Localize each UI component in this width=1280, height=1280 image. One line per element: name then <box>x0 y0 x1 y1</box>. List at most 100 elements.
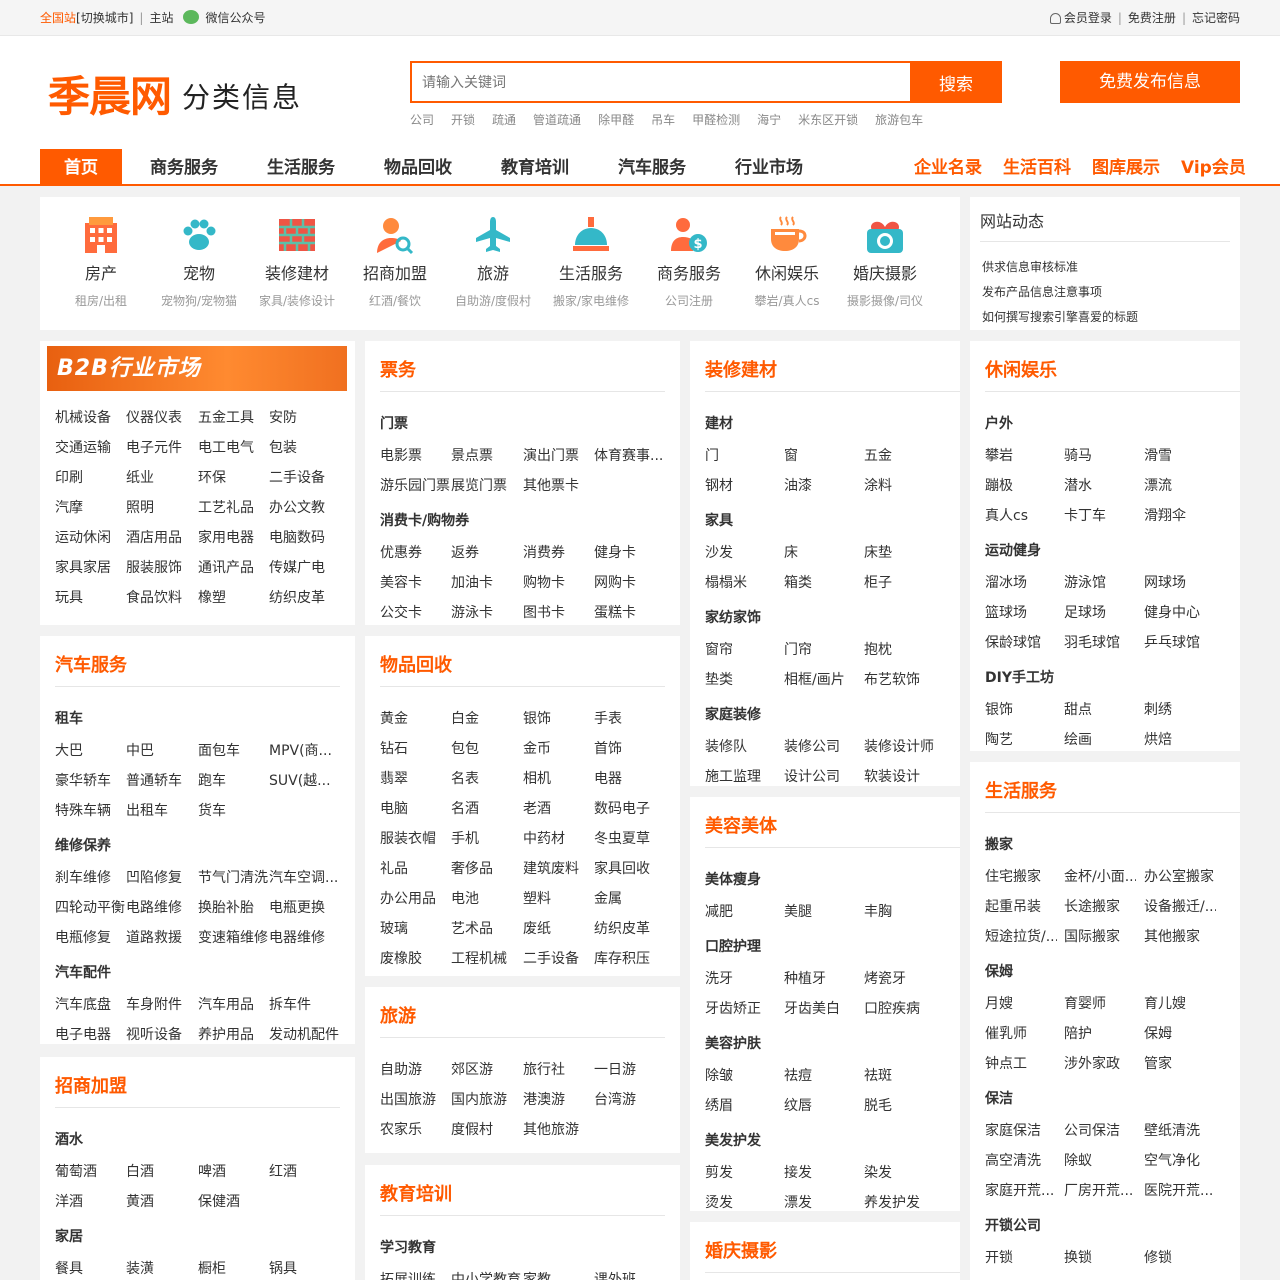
category-link[interactable]: 手机 <box>451 828 523 848</box>
category-link[interactable]: 农家乐 <box>380 1119 452 1139</box>
category-link[interactable]: 白金 <box>451 708 523 728</box>
category-link[interactable]: 其他搬家 <box>1144 926 1216 946</box>
category-link[interactable]: 机械设备 <box>55 407 127 427</box>
group-title[interactable]: 酒水 <box>55 1129 83 1149</box>
group-title[interactable]: 建材 <box>705 413 733 433</box>
category-item[interactable]: 婚庆摄影 摄影摄像/司仪 <box>836 197 934 309</box>
category-link[interactable]: 白酒 <box>126 1161 198 1181</box>
category-link[interactable]: 纸业 <box>126 467 198 487</box>
category-link[interactable]: 一日游 <box>594 1059 666 1079</box>
group-title[interactable]: 租车 <box>55 708 83 728</box>
category-link[interactable]: 度假村 <box>451 1119 523 1139</box>
category-link[interactable]: 装修公司 <box>784 736 856 756</box>
category-link[interactable]: 港澳游 <box>523 1089 595 1109</box>
category-link[interactable]: 家用电器 <box>198 527 270 547</box>
category-link[interactable]: 名表 <box>451 768 523 788</box>
category-link[interactable]: 酒店用品 <box>126 527 198 547</box>
hot-keyword-link[interactable]: 管道疏通 <box>533 111 581 128</box>
category-link[interactable]: 家庭保洁 <box>985 1120 1057 1140</box>
category-link[interactable]: 五金 <box>864 445 936 465</box>
category-link[interactable]: 库存积压 <box>594 948 666 968</box>
category-link[interactable]: 除皱 <box>705 1065 777 1085</box>
category-link[interactable]: 柜子 <box>864 572 936 592</box>
category-link[interactable]: 旅行社 <box>523 1059 595 1079</box>
category-link[interactable]: 服装衣帽 <box>380 828 452 848</box>
category-link[interactable]: 窗帘 <box>705 639 777 659</box>
category-link[interactable]: 电子电器 <box>55 1024 127 1044</box>
hot-keyword-link[interactable]: 公司 <box>410 111 434 128</box>
category-link[interactable]: 二手设备 <box>523 948 595 968</box>
category-link[interactable]: MPV(商... <box>269 740 341 760</box>
group-title[interactable]: 维修保养 <box>55 835 111 855</box>
nav-item-right[interactable]: 企业名录 <box>914 149 982 184</box>
category-link[interactable]: 中小学教育 <box>451 1269 523 1280</box>
category-link[interactable]: 工程机械 <box>451 948 523 968</box>
category-link[interactable]: 烤瓷牙 <box>864 968 936 988</box>
category-link[interactable]: 漂发 <box>784 1192 856 1211</box>
category-link[interactable]: 废纸 <box>523 918 595 938</box>
group-title[interactable]: 家庭装修 <box>705 704 761 724</box>
category-link[interactable]: 羽毛球馆 <box>1064 632 1136 652</box>
category-link[interactable]: 冬虫夏草 <box>594 828 666 848</box>
category-link[interactable]: 中药材 <box>523 828 595 848</box>
group-title[interactable]: 学习教育 <box>380 1237 436 1257</box>
category-link[interactable]: 起重吊装 <box>985 896 1057 916</box>
category-link[interactable]: 节气门清洗 <box>198 867 270 887</box>
category-link[interactable]: 包包 <box>451 738 523 758</box>
category-link[interactable]: 玩具 <box>55 587 127 607</box>
category-link[interactable]: 塑料 <box>523 888 595 908</box>
category-link[interactable]: 刺绣 <box>1144 699 1216 719</box>
category-link[interactable]: 设计公司 <box>784 766 856 786</box>
nav-item-right[interactable]: Vip会员 <box>1181 149 1246 184</box>
category-link[interactable]: 服装服饰 <box>126 557 198 577</box>
category-link[interactable]: 返券 <box>451 542 523 562</box>
category-link[interactable]: 空气净化 <box>1144 1150 1216 1170</box>
group-title[interactable]: 家居 <box>55 1226 83 1246</box>
category-link[interactable]: 绣眉 <box>705 1095 777 1115</box>
category-link[interactable]: 翡翠 <box>380 768 452 788</box>
panel-title[interactable]: 旅游 <box>380 1002 416 1028</box>
category-link[interactable]: 电工电气 <box>198 437 270 457</box>
category-link[interactable]: 长途搬家 <box>1064 896 1136 916</box>
category-link[interactable]: 网球场 <box>1144 572 1216 592</box>
category-item[interactable]: 宠物 宠物狗/宠物猫 <box>150 197 248 309</box>
category-link[interactable]: 体育赛事... <box>594 445 666 465</box>
category-link[interactable]: 保健酒 <box>198 1191 270 1211</box>
hot-keyword-link[interactable]: 甲醛检测 <box>692 111 740 128</box>
category-link[interactable]: 口腔疾病 <box>864 998 936 1018</box>
group-title[interactable]: 户外 <box>985 413 1013 433</box>
nav-item[interactable]: 商务服务 <box>150 149 218 184</box>
category-link[interactable]: 染发 <box>864 1162 936 1182</box>
category-link[interactable]: 银饰 <box>985 699 1057 719</box>
category-link[interactable]: 钻石 <box>380 738 452 758</box>
category-link[interactable]: 家具家居 <box>55 557 127 577</box>
main-site-link[interactable]: 主站 <box>149 0 173 36</box>
category-link[interactable]: 沙发 <box>705 542 777 562</box>
group-title[interactable]: 美体瘦身 <box>705 869 761 889</box>
category-link[interactable]: 开锁 <box>985 1247 1057 1267</box>
category-link[interactable]: 奢侈品 <box>451 858 523 878</box>
group-title[interactable]: 美发护发 <box>705 1130 761 1150</box>
category-link[interactable]: 纺织皮革 <box>269 587 341 607</box>
category-link[interactable]: 垫类 <box>705 669 777 689</box>
group-title[interactable]: 美容护肤 <box>705 1033 761 1053</box>
category-link[interactable]: 催乳师 <box>985 1023 1057 1043</box>
group-title[interactable]: 家具 <box>705 510 733 530</box>
category-link[interactable]: 自助游 <box>380 1059 452 1079</box>
category-link[interactable]: 首饰 <box>594 738 666 758</box>
panel-title[interactable]: 票务 <box>380 356 416 382</box>
category-link[interactable]: 玻璃 <box>380 918 452 938</box>
category-link[interactable]: 办公室搬家 <box>1144 866 1216 886</box>
category-link[interactable]: 废橡胶 <box>380 948 452 968</box>
panel-title[interactable]: 汽车服务 <box>55 651 127 677</box>
category-link[interactable]: 软装设计 <box>864 766 936 786</box>
category-link[interactable]: 郊区游 <box>451 1059 523 1079</box>
category-link[interactable]: 图书卡 <box>523 602 595 622</box>
category-link[interactable]: 装修队 <box>705 736 777 756</box>
category-link[interactable]: 真人cs <box>985 505 1057 525</box>
category-link[interactable]: 壁纸清洗 <box>1144 1120 1216 1140</box>
category-link[interactable]: 普通轿车 <box>126 770 198 790</box>
category-link[interactable]: 美容卡 <box>380 572 452 592</box>
category-link[interactable]: 公司保洁 <box>1064 1120 1136 1140</box>
category-link[interactable]: 相机 <box>523 768 595 788</box>
